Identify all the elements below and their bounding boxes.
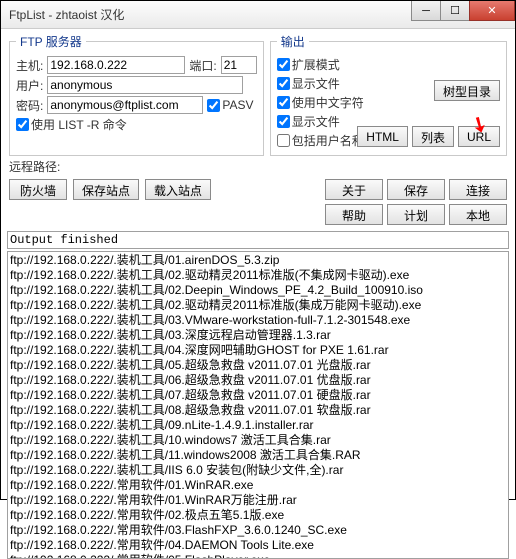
list-item[interactable]: ftp://192.168.0.222/.装机工具/02.驱动精灵2011标准版… bbox=[8, 268, 508, 283]
close-button[interactable]: ✕ bbox=[469, 1, 515, 21]
status-bar: Output finished bbox=[7, 231, 509, 249]
host-input[interactable] bbox=[47, 56, 185, 74]
list-item[interactable]: ftp://192.168.0.222/.装机工具/03.VMware-work… bbox=[8, 313, 508, 328]
list-item[interactable]: ftp://192.168.0.222/.装机工具/IIS 6.0 安装包(附缺… bbox=[8, 463, 508, 478]
html-button[interactable]: HTML bbox=[357, 126, 408, 147]
list-item[interactable]: ftp://192.168.0.222/.装机工具/04.深度网吧辅助GHOST… bbox=[8, 343, 508, 358]
titlebar: FtpList - zhtaoist 汉化 ─ ☐ ✕ bbox=[1, 1, 515, 29]
help-button[interactable]: 帮助 bbox=[325, 204, 383, 225]
ftp-legend: FTP 服务器 bbox=[16, 33, 86, 50]
output-list[interactable]: ftp://192.168.0.222/.装机工具/01.airenDOS_5.… bbox=[7, 251, 509, 559]
user-label: 用户: bbox=[16, 77, 43, 94]
local-button[interactable]: 本地 bbox=[449, 204, 507, 225]
window-title: FtpList - zhtaoist 汉化 bbox=[5, 6, 124, 23]
list-item[interactable]: ftp://192.168.0.222/.装机工具/02.Deepin_Wind… bbox=[8, 283, 508, 298]
about-button[interactable]: 关于 bbox=[325, 179, 383, 200]
url-button[interactable]: URL bbox=[458, 126, 500, 147]
list-item[interactable]: ftp://192.168.0.222/.常用软件/02.极点五笔5.1版.ex… bbox=[8, 508, 508, 523]
port-label: 端口: bbox=[189, 57, 216, 74]
list-button[interactable]: 列表 bbox=[412, 126, 454, 147]
list-item[interactable]: ftp://192.168.0.222/.装机工具/03.深度远程启动管理器.1… bbox=[8, 328, 508, 343]
list-item[interactable]: ftp://192.168.0.222/.常用软件/04.DAEMON Tool… bbox=[8, 538, 508, 553]
savesite-button[interactable]: 保存站点 bbox=[73, 179, 139, 200]
loadsite-button[interactable]: 载入站点 bbox=[145, 179, 211, 200]
output-group: 输出 扩展模式 显示文件 使用中文字符 显示文件 包括用户名和密码 树型目录 H… bbox=[270, 33, 507, 156]
port-input[interactable] bbox=[221, 56, 257, 74]
remote-path-label: 远程路径: bbox=[9, 160, 60, 174]
list-item[interactable]: ftp://192.168.0.222/.常用软件/05.FlashPlayer… bbox=[8, 553, 508, 559]
list-item[interactable]: ftp://192.168.0.222/.装机工具/06.超级急救盘 v2011… bbox=[8, 373, 508, 388]
listr-checkbox[interactable]: 使用 LIST -R 命令 bbox=[16, 116, 127, 133]
list-item[interactable]: ftp://192.168.0.222/.装机工具/07.超级急救盘 v2011… bbox=[8, 388, 508, 403]
list-item[interactable]: ftp://192.168.0.222/.装机工具/10.windows7 激活… bbox=[8, 433, 508, 448]
connect-button[interactable]: 连接 bbox=[449, 179, 507, 200]
list-item[interactable]: ftp://192.168.0.222/.装机工具/02.驱动精灵2011标准版… bbox=[8, 298, 508, 313]
list-item[interactable]: ftp://192.168.0.222/.常用软件/03.FlashFXP_3.… bbox=[8, 523, 508, 538]
maximize-button[interactable]: ☐ bbox=[440, 1, 470, 21]
user-input[interactable] bbox=[47, 76, 243, 94]
expand-checkbox[interactable]: 扩展模式 bbox=[277, 56, 500, 73]
pass-input[interactable] bbox=[47, 96, 203, 114]
host-label: 主机: bbox=[16, 57, 43, 74]
firewall-button[interactable]: 防火墙 bbox=[9, 179, 67, 200]
list-item[interactable]: ftp://192.168.0.222/.常用软件/01.WinRAR万能注册.… bbox=[8, 493, 508, 508]
list-item[interactable]: ftp://192.168.0.222/.装机工具/11.windows2008… bbox=[8, 448, 508, 463]
save-button[interactable]: 保存 bbox=[387, 179, 445, 200]
ftp-server-group: FTP 服务器 主机: 端口: 用户: 密码: PASV 使用 LIST -R … bbox=[9, 33, 264, 156]
list-item[interactable]: ftp://192.168.0.222/.装机工具/05.超级急救盘 v2011… bbox=[8, 358, 508, 373]
pass-label: 密码: bbox=[16, 97, 43, 114]
list-item[interactable]: ftp://192.168.0.222/.常用软件/01.WinRAR.exe bbox=[8, 478, 508, 493]
plan-button[interactable]: 计划 bbox=[387, 204, 445, 225]
minimize-button[interactable]: ─ bbox=[411, 1, 441, 21]
list-item[interactable]: ftp://192.168.0.222/.装机工具/08.超级急救盘 v2011… bbox=[8, 403, 508, 418]
list-item[interactable]: ftp://192.168.0.222/.装机工具/01.airenDOS_5.… bbox=[8, 253, 508, 268]
tree-button[interactable]: 树型目录 bbox=[434, 80, 500, 101]
output-legend: 输出 bbox=[277, 33, 309, 50]
list-item[interactable]: ftp://192.168.0.222/.装机工具/09.nLite-1.4.9… bbox=[8, 418, 508, 433]
pasv-checkbox[interactable]: PASV bbox=[207, 98, 253, 112]
